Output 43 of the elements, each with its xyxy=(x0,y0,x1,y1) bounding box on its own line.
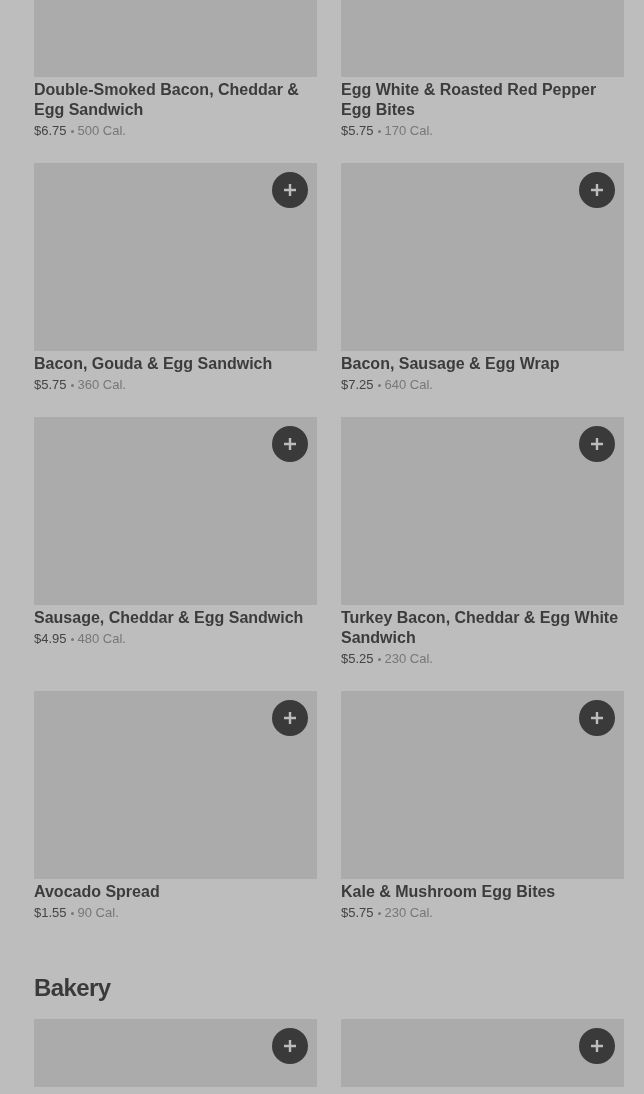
item-price: $5.25 xyxy=(341,651,374,667)
item-calories: 90 Cal. xyxy=(77,905,119,921)
plus-icon xyxy=(283,183,297,197)
add-button[interactable] xyxy=(272,700,308,736)
item-name[interactable]: Bacon, Gouda & Egg Sandwich xyxy=(34,354,317,374)
item-calories: 360 Cal. xyxy=(77,377,126,393)
item-price: $1.55 xyxy=(34,905,67,921)
item-price: $4.95 xyxy=(34,631,67,647)
item-price: $7.25 xyxy=(341,377,374,393)
plus-icon xyxy=(283,711,297,725)
plus-icon xyxy=(590,183,604,197)
item-price: $5.75 xyxy=(341,905,374,921)
item-name[interactable]: Sausage, Cheddar & Egg Sandwich xyxy=(34,608,317,628)
item-calories: 500 Cal. xyxy=(77,123,126,139)
add-button[interactable] xyxy=(272,1028,308,1064)
item-calories: 230 Cal. xyxy=(384,651,433,667)
item-calories: 480 Cal. xyxy=(77,631,126,647)
plus-icon xyxy=(283,437,297,451)
item-name[interactable]: Kale & Mushroom Egg Bites xyxy=(341,882,624,902)
item-name[interactable]: Bacon, Sausage & Egg Wrap xyxy=(341,354,624,374)
plus-icon xyxy=(590,711,604,725)
plus-icon xyxy=(590,437,604,451)
item-calories: 170 Cal. xyxy=(384,123,433,139)
add-button[interactable] xyxy=(579,172,615,208)
item-name[interactable]: Double-Smoked Bacon, Cheddar & Egg Sandwich xyxy=(34,80,317,120)
item-calories: 230 Cal. xyxy=(384,905,433,921)
item-name[interactable]: Egg White & Roasted Red Pepper Egg Bites xyxy=(341,80,624,120)
item-calories: 640 Cal. xyxy=(384,377,433,393)
add-button[interactable] xyxy=(579,426,615,462)
item-name[interactable]: Avocado Spread xyxy=(34,882,317,902)
plus-icon xyxy=(590,1039,604,1053)
image-placeholder[interactable] xyxy=(34,1019,317,1087)
item-price: $5.75 xyxy=(341,123,374,139)
item-price: $6.75 xyxy=(34,123,67,139)
add-button[interactable] xyxy=(579,1028,615,1064)
item-price: $5.75 xyxy=(34,377,67,393)
item-name[interactable]: Turkey Bacon, Cheddar & Egg White Sandwich xyxy=(341,608,624,648)
image-placeholder[interactable] xyxy=(341,1019,624,1087)
add-button[interactable] xyxy=(272,172,308,208)
plus-icon xyxy=(283,1039,297,1053)
add-button[interactable] xyxy=(272,426,308,462)
section-heading: Bakery xyxy=(34,973,112,1003)
add-button[interactable] xyxy=(579,700,615,736)
